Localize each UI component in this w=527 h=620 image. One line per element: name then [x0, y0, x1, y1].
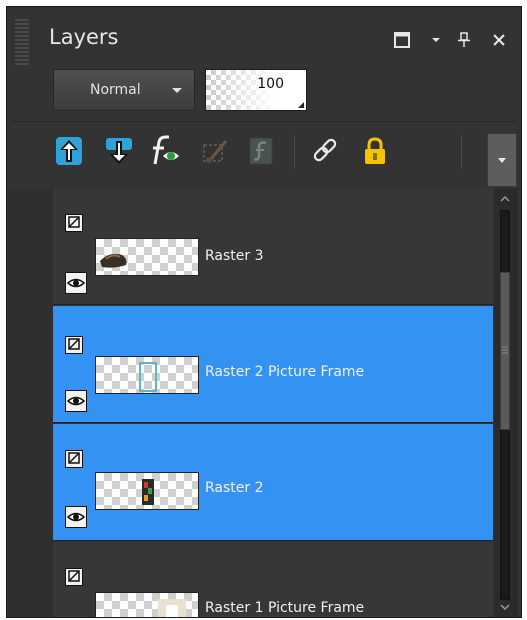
- lock-icon[interactable]: [357, 133, 393, 169]
- layer-name: Raster 2: [205, 480, 264, 496]
- panel-grip[interactable]: [15, 19, 29, 65]
- chevron-down-icon: [172, 87, 182, 93]
- divider: [11, 121, 517, 122]
- opacity-value: 100: [257, 76, 284, 92]
- layer-type-icon: [65, 450, 83, 468]
- edit-selection-icon[interactable]: [197, 133, 233, 169]
- pin-icon[interactable]: [453, 29, 475, 51]
- layer-name: Raster 3: [205, 248, 264, 264]
- layers-panel: Layers Normal 100 Raster 3 Raster 2 Pict…: [6, 6, 522, 618]
- layer-effects-icon[interactable]: [147, 133, 183, 169]
- restore-icon[interactable]: [391, 29, 413, 51]
- layer-row[interactable]: Raster 1 Picture Frame: [53, 542, 493, 617]
- scrollbar-thumb[interactable]: [500, 272, 510, 430]
- visibility-eye-icon[interactable]: [65, 272, 87, 294]
- layer-thumbnail: [95, 472, 199, 510]
- link-icon[interactable]: [307, 133, 343, 169]
- move-layer-up-icon[interactable]: [51, 133, 87, 169]
- layer-thumbnail: [95, 592, 199, 617]
- blend-mode-dropdown[interactable]: Normal: [53, 69, 195, 111]
- scroll-down-icon[interactable]: [500, 602, 510, 612]
- script-icon[interactable]: [243, 133, 279, 169]
- opacity-field[interactable]: 100: [205, 69, 307, 111]
- visibility-eye-icon[interactable]: [65, 390, 87, 412]
- layer-thumbnail: [95, 238, 199, 276]
- layer-row[interactable]: Raster 3: [53, 188, 493, 305]
- scroll-up-icon[interactable]: [500, 194, 510, 204]
- layer-name: Raster 1 Picture Frame: [205, 600, 365, 616]
- layer-type-icon: [65, 336, 83, 354]
- close-icon[interactable]: [487, 29, 511, 51]
- layer-thumbnail: [95, 356, 199, 394]
- layer-row[interactable]: Raster 2: [53, 424, 493, 541]
- layer-type-icon: [65, 214, 83, 232]
- layer-name: Raster 2 Picture Frame: [205, 364, 365, 380]
- layers-scrollbar[interactable]: [494, 188, 518, 617]
- layer-type-icon: [65, 568, 83, 586]
- layers-list: Raster 3 Raster 2 Picture Frame Raster 2…: [7, 188, 521, 617]
- panel-title: Layers: [49, 25, 119, 49]
- resize-corner-icon: [298, 102, 304, 108]
- move-layer-down-icon[interactable]: [101, 133, 137, 169]
- more-icon[interactable]: [487, 133, 517, 187]
- visibility-eye-icon[interactable]: [65, 506, 87, 528]
- layer-row[interactable]: Raster 2 Picture Frame: [53, 306, 493, 423]
- blend-mode-value: Normal: [90, 82, 141, 98]
- menu-arrow-icon[interactable]: [425, 29, 447, 51]
